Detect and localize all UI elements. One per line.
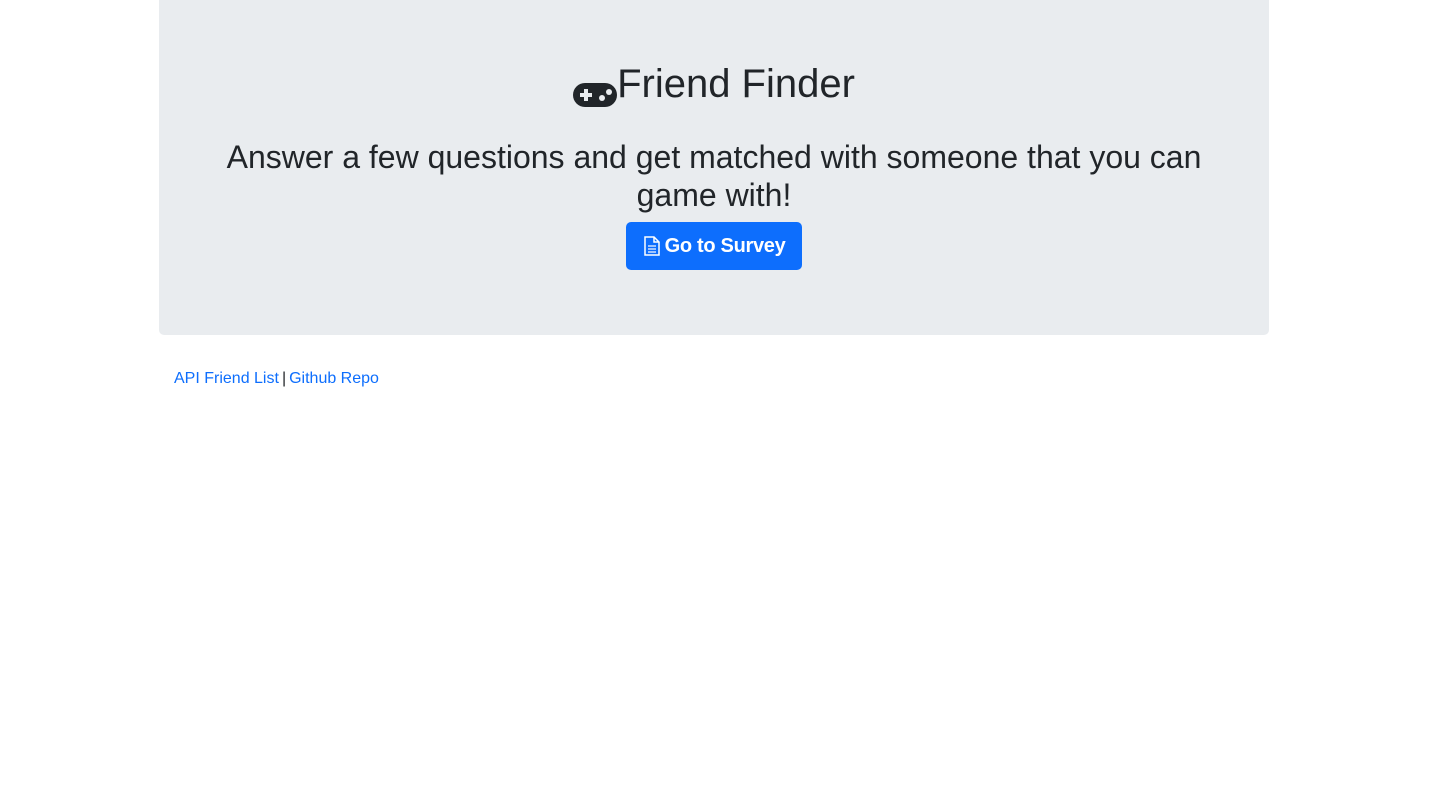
hero-lead-text: Answer a few questions and get matched w… <box>226 139 1202 213</box>
page-title: Friend Finder <box>159 60 1269 108</box>
footer-separator: | <box>281 370 287 387</box>
file-text-icon <box>643 236 661 256</box>
hero-jumbotron: Friend Finder Answer a few questions and… <box>159 0 1269 335</box>
gamepad-icon <box>573 72 618 107</box>
footer-links: API Friend List | Github Repo <box>159 369 1269 389</box>
page-title-text: Friend Finder <box>617 62 855 106</box>
main-container: Friend Finder Answer a few questions and… <box>159 0 1269 389</box>
go-to-survey-button[interactable]: Go to Survey <box>625 222 803 270</box>
go-to-survey-label: Go to Survey <box>664 234 786 257</box>
github-repo-link[interactable]: Github Repo <box>289 370 379 387</box>
api-friend-list-link[interactable]: API Friend List <box>174 370 279 387</box>
